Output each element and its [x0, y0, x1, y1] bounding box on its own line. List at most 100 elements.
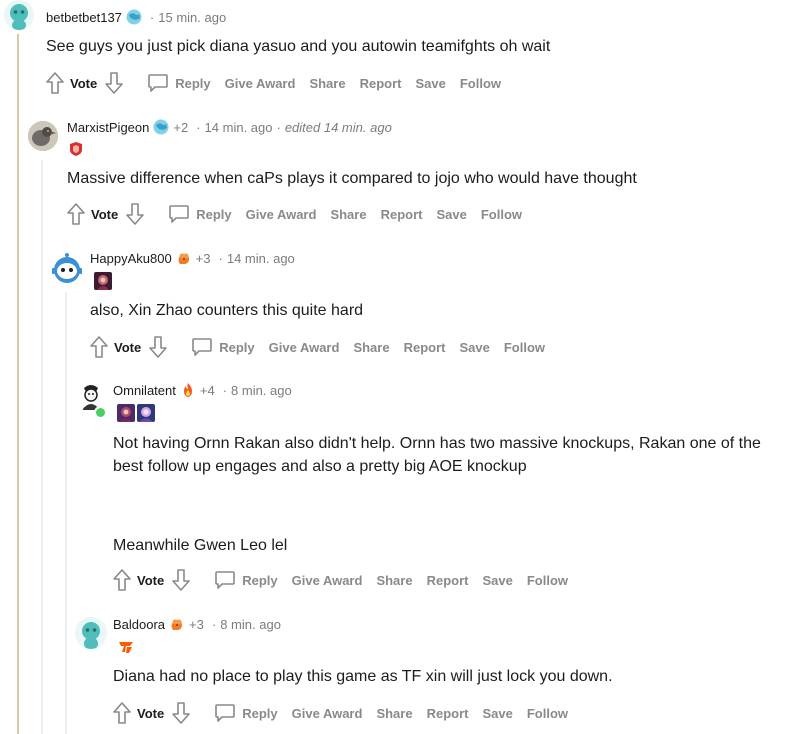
- comment-body: Not having Ornn Rakan also didn't help. …: [113, 432, 761, 557]
- thread-line-3[interactable]: [65, 292, 67, 734]
- separator: ·: [276, 119, 281, 135]
- award-count: +3: [195, 250, 211, 266]
- timestamp[interactable]: 8 min. ago: [220, 617, 281, 632]
- upvote-arrow-icon[interactable]: [111, 700, 133, 726]
- champion-portrait-icon: [94, 272, 112, 290]
- share-button[interactable]: Share: [353, 340, 389, 355]
- share-button[interactable]: Share: [376, 573, 412, 588]
- chat-bubble-icon: [169, 205, 190, 223]
- timestamp[interactable]: 14 min. ago: [227, 251, 295, 266]
- vote-group: Vote: [88, 334, 169, 360]
- upvote-arrow-icon[interactable]: [65, 201, 87, 227]
- comment-actions: Vote Reply Give Award Share Report Save …: [65, 200, 536, 228]
- follow-button[interactable]: Follow: [481, 207, 522, 222]
- report-button[interactable]: Report: [427, 573, 469, 588]
- save-button[interactable]: Save: [482, 573, 512, 588]
- timestamp[interactable]: 15 min. ago: [158, 10, 226, 25]
- follow-label: Follow: [503, 339, 546, 355]
- avatar[interactable]: [28, 121, 58, 151]
- save-button[interactable]: Save: [436, 207, 466, 222]
- reply-button[interactable]: Reply: [147, 73, 211, 93]
- upvote-arrow-icon[interactable]: [88, 334, 110, 360]
- username[interactable]: Omnilatent: [113, 383, 176, 398]
- downvote-arrow-icon[interactable]: [124, 201, 146, 227]
- report-button[interactable]: Report: [404, 340, 446, 355]
- award-count: +3: [189, 616, 204, 632]
- timestamp[interactable]: 14 min. ago: [205, 120, 273, 135]
- downvote-arrow-icon[interactable]: [147, 334, 169, 360]
- reply-button[interactable]: Reply: [168, 204, 232, 224]
- globe-award-icon[interactable]: [153, 119, 169, 135]
- save-label: Save: [482, 572, 513, 588]
- share-button[interactable]: Share: [309, 76, 345, 91]
- comment-body: Massive difference when caPs plays it co…: [67, 167, 637, 190]
- give-award-button[interactable]: Give Award: [292, 573, 363, 588]
- downvote-arrow-icon[interactable]: [170, 567, 192, 593]
- username[interactable]: betbetbet137: [46, 10, 122, 25]
- give-award-button[interactable]: Give Award: [269, 340, 340, 355]
- timestamp[interactable]: 8 min. ago: [231, 383, 292, 398]
- follow-button[interactable]: Follow: [504, 340, 545, 355]
- save-label: Save: [482, 705, 513, 721]
- follow-button[interactable]: Follow: [527, 573, 568, 588]
- comment-line: also, Xin Zhao counters this quite hard: [90, 302, 364, 319]
- share-button[interactable]: Share: [376, 706, 412, 721]
- save-button[interactable]: Save: [459, 340, 489, 355]
- avatar[interactable]: [75, 617, 107, 649]
- thread-line-1[interactable]: [17, 34, 19, 734]
- report-button[interactable]: Report: [427, 706, 469, 721]
- upvote-arrow-icon[interactable]: [44, 70, 66, 96]
- follow-button[interactable]: Follow: [527, 706, 568, 721]
- give-award-button[interactable]: Give Award: [225, 76, 296, 91]
- username[interactable]: HappyAku800: [90, 251, 172, 266]
- give-award-button[interactable]: Give Award: [246, 207, 317, 222]
- robot-avatar-icon: [52, 253, 82, 283]
- upvote-arrow-icon[interactable]: [111, 567, 133, 593]
- comment-thread: betbetbet137 · 15 min. ago See guys you …: [0, 0, 800, 734]
- follow-button[interactable]: Follow: [460, 76, 501, 91]
- save-button[interactable]: Save: [415, 76, 445, 91]
- report-label: Report: [380, 206, 423, 222]
- avatar[interactable]: [4, 0, 34, 30]
- give-award-label: Give Award: [268, 339, 340, 355]
- give-award-label: Give Award: [291, 705, 363, 721]
- follow-label: Follow: [526, 572, 569, 588]
- report-button[interactable]: Report: [381, 207, 423, 222]
- vote-label: Vote: [91, 206, 119, 222]
- vote-group: Vote: [44, 70, 125, 96]
- comment-line: Diana had no place to play this game as …: [113, 668, 613, 685]
- vote-group: Vote: [111, 700, 192, 726]
- reply-label: Reply: [242, 572, 278, 588]
- comment-actions: Vote Reply Give Award Share Report Save …: [44, 69, 515, 97]
- comment-body: also, Xin Zhao counters this quite hard: [90, 299, 363, 322]
- comment-header: MarxistPigeon +2 · 14 min. ago · edited …: [67, 118, 392, 136]
- squirrel-award-icon[interactable]: [176, 250, 192, 266]
- avatar[interactable]: [51, 253, 83, 285]
- share-button[interactable]: Share: [330, 207, 366, 222]
- downvote-arrow-icon[interactable]: [103, 70, 125, 96]
- team-logo-icon: [67, 140, 85, 158]
- user-flair: [67, 140, 85, 158]
- thread-line-2[interactable]: [41, 160, 43, 734]
- vote-label: Vote: [137, 705, 165, 721]
- save-button[interactable]: Save: [482, 706, 512, 721]
- give-award-label: Give Award: [245, 206, 317, 222]
- comment-body: See guys you just pick diana yasuo and y…: [46, 35, 550, 58]
- username[interactable]: MarxistPigeon: [67, 120, 149, 135]
- give-award-label: Give Award: [224, 75, 296, 91]
- flame-award-icon[interactable]: [180, 382, 196, 398]
- username[interactable]: Baldoora: [113, 617, 165, 632]
- pigeon-avatar-icon: [28, 121, 58, 151]
- reply-button[interactable]: Reply: [191, 337, 255, 357]
- globe-award-icon[interactable]: [126, 9, 142, 25]
- reply-button[interactable]: Reply: [214, 703, 278, 723]
- give-award-button[interactable]: Give Award: [292, 706, 363, 721]
- vote-label: Vote: [137, 572, 165, 588]
- downvote-arrow-icon[interactable]: [170, 700, 192, 726]
- report-button[interactable]: Report: [360, 76, 402, 91]
- comment-line: See guys you just pick diana yasuo and y…: [46, 38, 551, 55]
- squirrel-award-icon[interactable]: [169, 616, 185, 632]
- reply-button[interactable]: Reply: [214, 570, 278, 590]
- separator: ·: [211, 616, 217, 632]
- follow-label: Follow: [526, 705, 569, 721]
